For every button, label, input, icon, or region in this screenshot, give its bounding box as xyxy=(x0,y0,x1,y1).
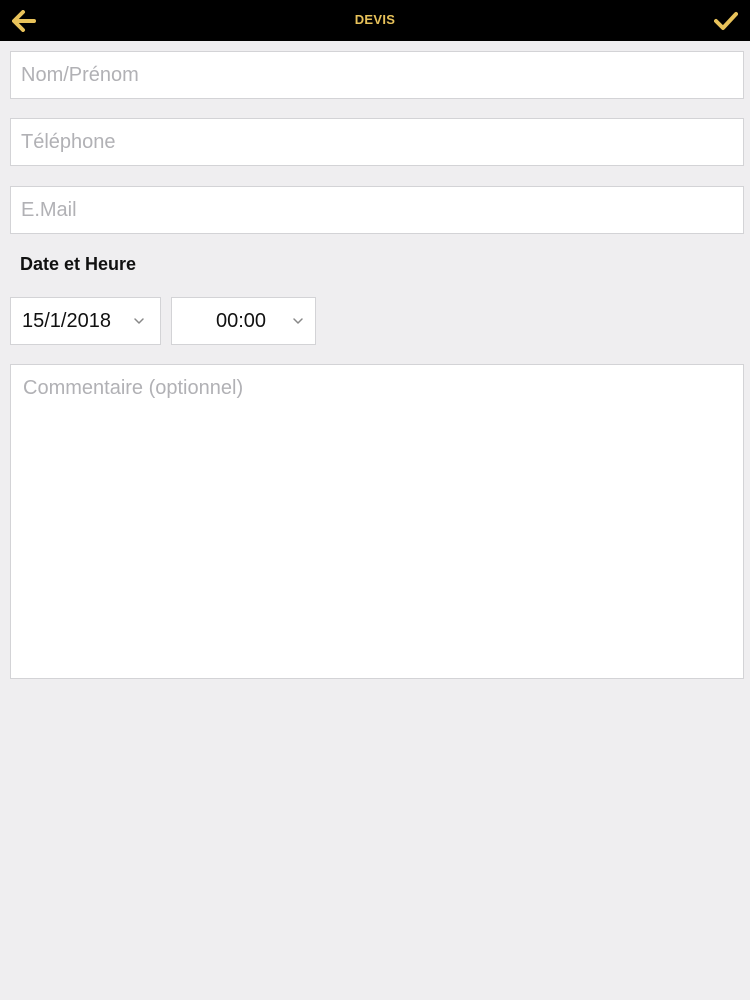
time-value: 00:00 xyxy=(216,309,267,332)
chevron-down-icon xyxy=(291,314,305,328)
date-value: 15/1/2018 xyxy=(22,309,111,332)
checkmark-icon xyxy=(714,12,738,30)
datetime-label: Date et Heure xyxy=(20,254,137,274)
time-picker[interactable]: 00:00 xyxy=(171,297,316,345)
confirm-button[interactable] xyxy=(710,5,742,37)
phone-field[interactable] xyxy=(10,118,744,166)
page-title: DEVIS xyxy=(354,12,396,27)
name-field[interactable] xyxy=(10,51,744,99)
chevron-down-icon xyxy=(132,314,146,328)
navigation-bar: DEVIS xyxy=(0,0,750,41)
date-picker[interactable]: 15/1/2018 xyxy=(10,297,161,345)
email-field[interactable] xyxy=(10,186,744,234)
comment-field[interactable] xyxy=(10,364,744,679)
